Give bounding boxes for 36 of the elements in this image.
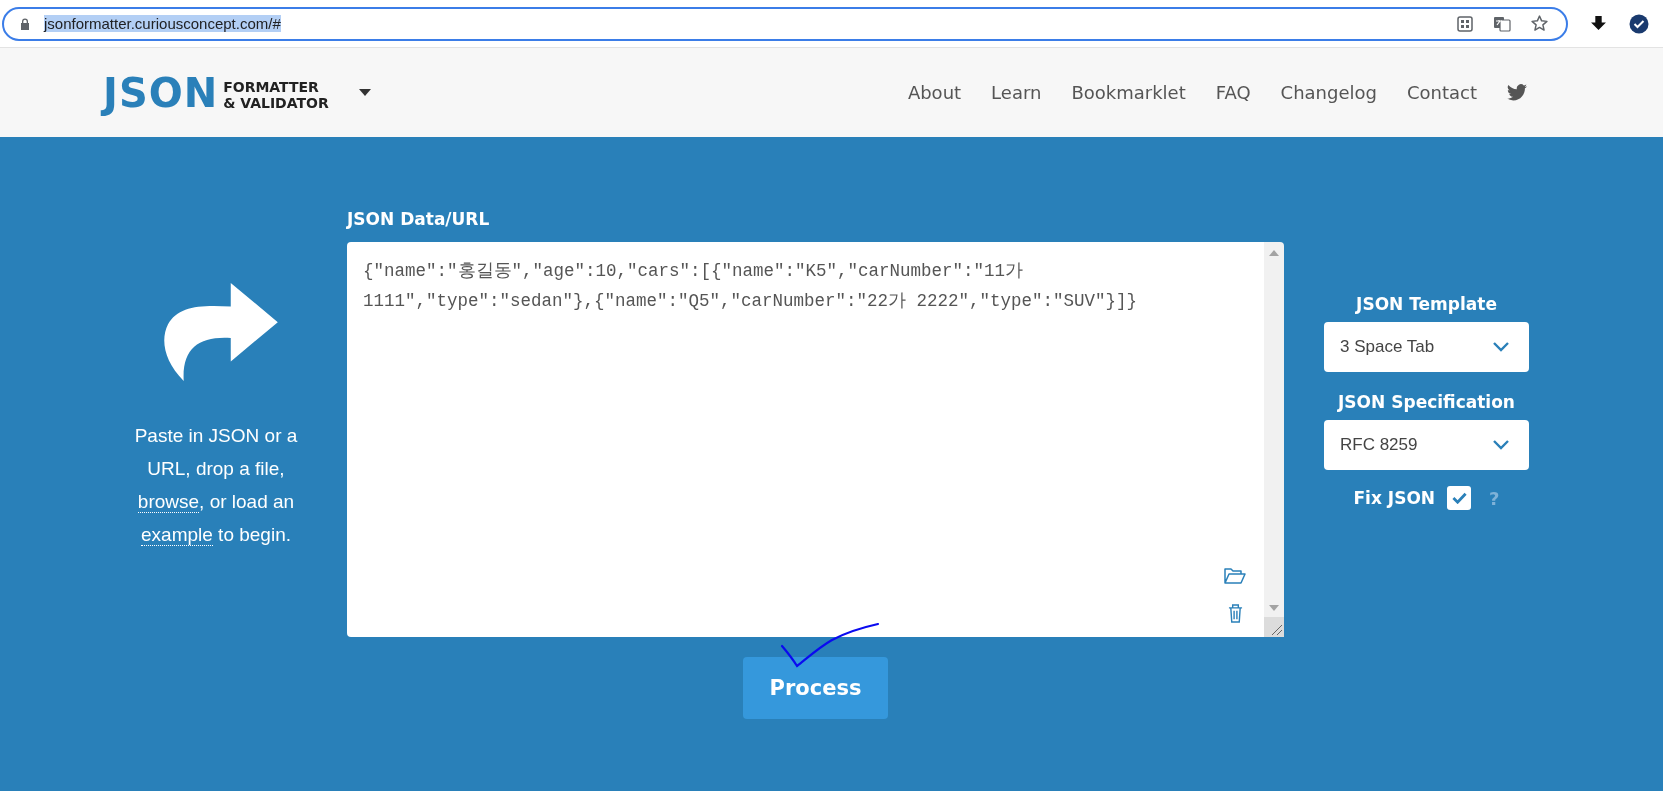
nav-link[interactable]: FAQ <box>1215 82 1251 103</box>
caret-icon[interactable] <box>358 89 371 96</box>
nav-link[interactable]: About <box>907 82 962 103</box>
resize-handle-icon[interactable] <box>1264 617 1284 637</box>
specification-dropdown[interactable]: RFC 8259 <box>1324 420 1529 470</box>
editor-label: JSON Data/URL <box>347 209 491 231</box>
chevron-down-icon <box>1493 440 1509 450</box>
intro-link[interactable]: browse <box>137 491 200 513</box>
specification-label: JSON Specification <box>1338 392 1515 412</box>
json-input-field[interactable]: {"name":"홍길동","age":10,"cars":[{"name":"K5","carNumber":"11가 1111","type":"sedan"},{"name":"Q5","carNumber":"22가 2222","type":"SUV"}]} <box>347 242 1264 637</box>
template-dropdown[interactable]: 3 Space Tab <box>1324 322 1529 372</box>
chevron-down-icon <box>1493 342 1509 352</box>
fix-json-label: Fix JSON <box>1353 488 1436 508</box>
nav-link[interactable]: Contact <box>1406 82 1477 103</box>
bird-icon[interactable] <box>1507 84 1527 101</box>
template-label: JSON Template <box>1356 294 1497 314</box>
nav-link[interactable]: Learn <box>991 82 1042 103</box>
scrollbar[interactable] <box>1264 242 1284 637</box>
profile-check-icon[interactable] <box>1629 13 1649 34</box>
address-bar[interactable]: jsonformatter.curiousconcept.com/# <box>2 6 1568 41</box>
trash-icon[interactable] <box>1227 604 1243 623</box>
lock-icon <box>20 17 30 30</box>
folder-open-icon[interactable] <box>1224 568 1246 584</box>
intro-text: Paste in JSON or a URL, drop a file, browse, or load an example to begin. <box>133 424 299 548</box>
logo-subtitle: FORMATTER <box>223 78 320 95</box>
star-icon[interactable] <box>1531 15 1548 32</box>
logo-subtitle: & VALIDATOR <box>223 94 329 111</box>
nav-link[interactable]: Bookmarklet <box>1071 82 1186 103</box>
grid-icon[interactable] <box>1457 15 1473 32</box>
nav-link[interactable]: Changelog <box>1280 82 1377 103</box>
check-icon <box>1451 492 1467 504</box>
url-text: jsonformatter.curiousconcept.com/# <box>44 15 281 32</box>
intro-link[interactable]: example <box>141 524 213 546</box>
download-icon[interactable] <box>1590 15 1607 32</box>
fix-json-checkbox[interactable] <box>1447 486 1472 510</box>
translate-icon[interactable] <box>1493 15 1511 32</box>
